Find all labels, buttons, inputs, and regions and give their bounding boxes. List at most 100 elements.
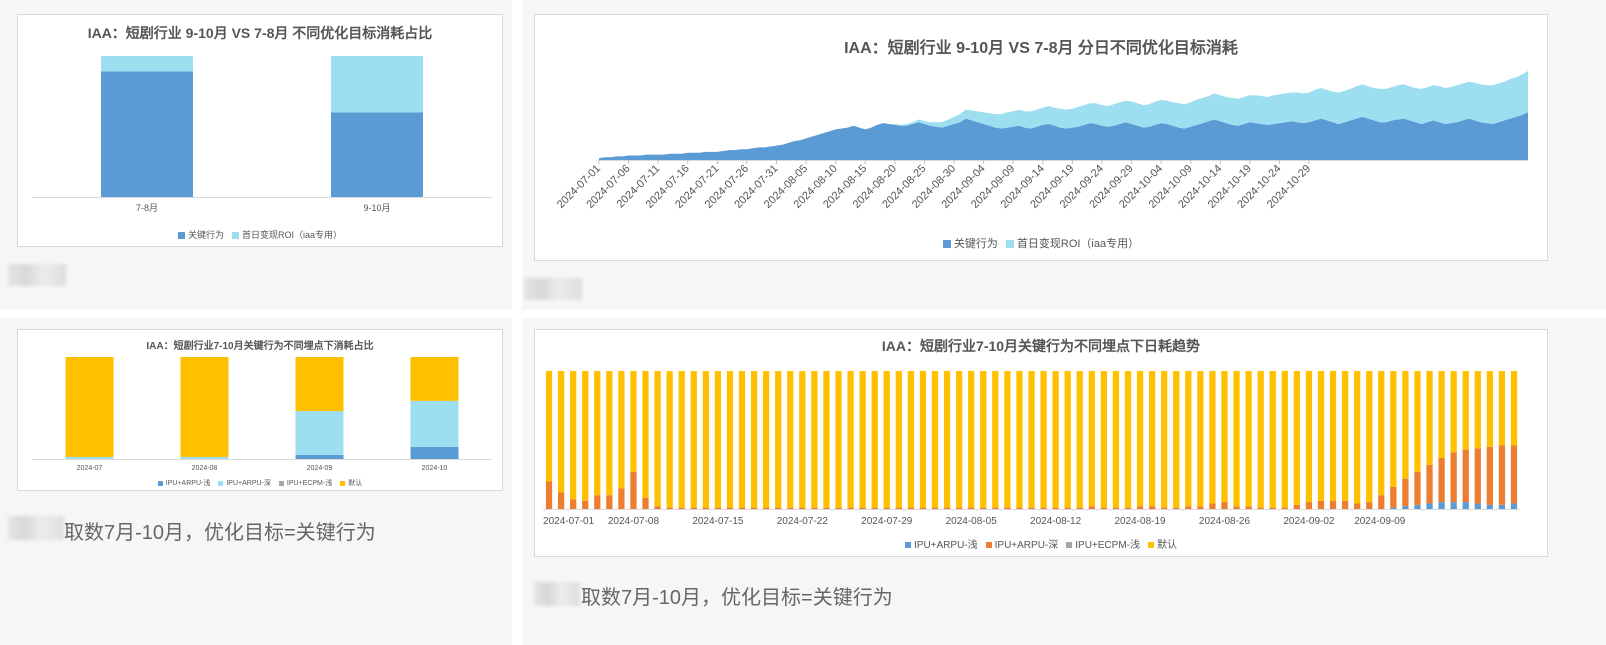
bar-segment	[1004, 507, 1011, 509]
bar-segment	[410, 357, 459, 401]
bar-segment	[1474, 371, 1481, 449]
bar-segment	[1486, 371, 1493, 447]
bar-segment	[1510, 371, 1518, 446]
bar-segment	[594, 495, 601, 509]
bar-segment	[1498, 445, 1506, 505]
avatar	[524, 278, 582, 300]
bar-segment	[1317, 371, 1325, 501]
bar-segment	[835, 371, 842, 508]
bar-segment	[1366, 502, 1373, 509]
legend-swatch	[157, 480, 163, 486]
bar-segment	[1329, 371, 1337, 501]
bar-segment	[750, 371, 758, 508]
bar-segment	[1233, 371, 1240, 507]
bar-segment	[1486, 504, 1493, 509]
x-tick-label: 2024-08-19	[1114, 516, 1166, 527]
bar-segment	[1124, 507, 1132, 509]
legend-label: 默认	[348, 480, 363, 487]
bar-segment	[1366, 371, 1373, 503]
bar-segment	[1341, 371, 1349, 501]
bar-segment	[1293, 504, 1300, 509]
bar-segment	[666, 371, 673, 508]
legend-label: IPU+ARPU-浅	[165, 480, 211, 487]
bar-segment	[1293, 371, 1300, 505]
bar-segment	[1040, 371, 1047, 508]
x-tick-label: 2024-08	[192, 465, 218, 472]
bar-segment	[1378, 371, 1385, 496]
bar-segment	[1100, 371, 1108, 508]
bar-segment	[919, 507, 927, 509]
bar-segment	[1281, 507, 1288, 509]
bar-segment	[618, 371, 625, 489]
legend-label: IPU+ECPM-浅	[286, 480, 333, 487]
bar-segment	[968, 507, 975, 509]
bar-segment	[295, 454, 344, 459]
bar-segment	[1354, 503, 1361, 509]
bar-segment	[702, 507, 709, 509]
bar-segment	[594, 371, 601, 496]
bar-segment	[65, 456, 114, 459]
bar-segment	[907, 371, 915, 508]
legend-swatch	[985, 542, 992, 549]
bar-segment	[1329, 500, 1337, 509]
bar-segment	[1450, 371, 1457, 453]
bar-segment	[1173, 507, 1180, 509]
legend-item: IPU+ECPM-浅	[1066, 536, 1140, 551]
bar-segment	[726, 371, 734, 508]
legend-swatch	[942, 240, 951, 249]
bar-segment	[101, 71, 193, 197]
legend-swatch	[177, 232, 185, 240]
bar-segment	[1269, 507, 1276, 509]
bar-segment	[1510, 445, 1518, 504]
bar-segment	[1462, 502, 1469, 509]
bar-segment	[1148, 371, 1156, 507]
bar-segment	[1004, 371, 1011, 508]
legend-item: 首日变现ROI（iaa专用）	[1005, 235, 1139, 251]
bar-segment	[1414, 471, 1421, 505]
avatar	[534, 582, 580, 606]
chart-legend: IPU+ARPU-浅 IPU+ARPU-深 IPU+ECPM-浅 默认	[535, 536, 1547, 551]
bar-segment	[847, 507, 854, 509]
bar-segment	[943, 371, 951, 508]
bar-segment	[931, 371, 939, 508]
caption-left: 取数7月-10月，优化目标=关键行为	[64, 522, 376, 544]
chart-goal-share-panel: IAA：短剧行业 9-10月 VS 7-8月 不同优化目标消耗占比 7-8月 9-…	[17, 14, 503, 247]
legend-swatch	[340, 480, 346, 486]
chart-event-share-plot: 2024-07 2024-08 2024-09 2024-10	[32, 357, 492, 472]
legend-label: 关键行为	[187, 230, 224, 240]
bar-segment	[1354, 371, 1361, 504]
legend-item: 关键行为	[942, 235, 998, 251]
bar-segment	[1209, 503, 1216, 509]
bar-segment	[799, 507, 806, 509]
bar-segment	[907, 507, 915, 509]
bar-segment	[775, 371, 782, 508]
bar-segment	[1088, 506, 1095, 509]
bar-segment	[642, 371, 649, 498]
bar-segment	[1136, 371, 1144, 507]
bar-segment	[545, 481, 553, 509]
x-tick-label: 2024-09	[307, 465, 333, 472]
legend-label: 关键行为	[953, 238, 998, 250]
bar-segment	[1305, 502, 1313, 509]
bar-segment	[1221, 502, 1228, 509]
bar-segment	[775, 507, 782, 509]
chart-legend: 关键行为 首日变现ROI（iaa专用）	[535, 235, 1547, 251]
x-tick-label: 2024-07-22	[777, 516, 829, 527]
bar-segment	[1016, 507, 1023, 509]
bar-segment	[1052, 371, 1059, 508]
bar-segment	[1378, 495, 1385, 509]
bar-segment	[787, 371, 794, 508]
legend-item: IPU+ECPM-浅	[278, 478, 333, 488]
bar-segment	[955, 507, 963, 509]
bar-segment	[331, 112, 423, 197]
bar-segment	[823, 371, 830, 508]
bar-segment	[1173, 371, 1180, 508]
bar-segment	[1450, 452, 1457, 503]
x-tick-label: 2024-07-15	[692, 516, 744, 527]
x-tick-label: 2024-07-29	[861, 516, 913, 527]
bar-segment	[1112, 507, 1120, 509]
bar-segment	[1462, 449, 1469, 503]
bar-segment	[606, 371, 613, 496]
bar-segment	[1390, 507, 1397, 509]
x-tick-label: 2024-08-12	[1030, 516, 1082, 527]
